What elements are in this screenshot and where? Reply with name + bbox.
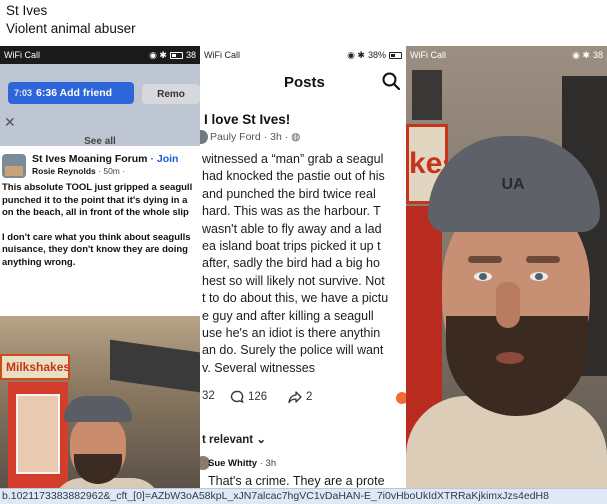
battery-label: 38 xyxy=(185,50,196,60)
status-bar: WiFi Call ◉ ✱ 38 xyxy=(406,46,607,64)
post-paragraph-2: I don't care what you think about seagul… xyxy=(2,232,200,270)
nose xyxy=(496,282,520,328)
left-eye xyxy=(474,272,492,281)
post-line: use he's an idiot is there anythin xyxy=(202,326,381,341)
comment-sort-dropdown[interactable]: t relevant ⌄ xyxy=(202,432,266,446)
post-line: hest so will likely not survive. Not xyxy=(202,273,385,288)
camera-pole xyxy=(412,70,442,120)
post-author: Pauly Ford · 3h · ◍ xyxy=(210,131,300,143)
carrier-label: WiFi Call xyxy=(204,50,240,60)
left-eyebrow xyxy=(468,256,502,263)
shares-count-label: 2 xyxy=(306,391,313,403)
left-screenshot: WiFi Call ◉ ✱ 38 7:03 6:36 Add friend Re… xyxy=(0,46,200,488)
join-link[interactable]: · Join xyxy=(150,153,178,165)
author-name[interactable]: Rosie Reynolds xyxy=(32,166,96,176)
caption: St Ives Violent animal abuser xyxy=(6,2,136,38)
group-post: St Ives Moaning Forum · Join Rosie Reyno… xyxy=(0,146,200,321)
comment-button[interactable]: 126 xyxy=(230,390,267,404)
author-name[interactable]: Pauly Ford xyxy=(210,131,261,143)
signal-icon: ◉ ✱ xyxy=(347,49,365,60)
share-icon xyxy=(288,391,302,404)
person-figure xyxy=(52,396,162,488)
post-line: wasn't able to fly away and a lad xyxy=(202,221,382,236)
post-body: witnessed a “man” grab a seagul had knoc… xyxy=(202,151,406,377)
post-author: Rosie Reynolds · 50m · xyxy=(32,166,125,176)
comment-age: · 3h xyxy=(259,458,277,469)
overlay-time: 7:03 xyxy=(14,88,33,98)
page-title: Posts xyxy=(284,74,325,91)
post-line: I don't care what you think about seagul… xyxy=(2,231,191,243)
comment-author: Sue Whitty · 3h xyxy=(208,458,276,469)
group-name-label[interactable]: St Ives Moaning Forum xyxy=(32,153,148,165)
right-eye xyxy=(530,272,548,281)
right-screenshot: WiFi Call ◉ ✱ 38 kes UA xyxy=(406,46,607,488)
cap xyxy=(64,396,132,422)
remove-button[interactable]: Remo xyxy=(142,84,200,104)
battery-icon xyxy=(389,51,402,59)
battery-label: 38% xyxy=(367,50,386,60)
mouth xyxy=(496,352,524,364)
add-friend-button[interactable]: 7:03 6:36 Add friend xyxy=(8,82,134,104)
post-line: an do. Surely the police will want xyxy=(202,343,384,358)
post-line: after, sadly the bird had a big ho xyxy=(202,256,380,271)
globe-icon: ◍ xyxy=(291,131,301,143)
battery-icon xyxy=(169,51,183,59)
post-paragraph-1: This absolute TOOL just gripped a seagul… xyxy=(2,182,200,220)
post-body: This absolute TOOL just gripped a seagul… xyxy=(2,182,200,281)
post-heading: I love St Ives! xyxy=(204,112,291,127)
reaction-icon[interactable] xyxy=(396,392,406,404)
post-line: e guy and after killing a seagull xyxy=(202,308,374,323)
group-name[interactable]: St Ives Moaning Forum · Join xyxy=(32,153,178,165)
post-line: had knocked the pastie out of his xyxy=(202,169,385,184)
post-line: t to do about this, we have a pictu xyxy=(202,291,389,306)
post-line: and punched the bird twice real xyxy=(202,186,376,201)
status-bar: WiFi Call ◉ ✱ 38% xyxy=(200,46,406,64)
reactions-count-label: 32 xyxy=(202,390,215,402)
caption-title: St Ives xyxy=(6,3,48,18)
post-line: on the beach, all in front of the whole … xyxy=(2,207,189,218)
search-icon[interactable] xyxy=(382,72,400,90)
post-photo[interactable]: Milkshakes xyxy=(0,316,200,488)
post-age: · 50m · xyxy=(98,166,126,176)
cap-logo: UA xyxy=(501,176,525,193)
signal-icon: ◉ ✱ xyxy=(572,49,590,60)
reactions-count[interactable]: 32 xyxy=(202,390,215,402)
comment-body: That's a crime. They are a prote xyxy=(208,474,385,488)
post-line: anything wrong. xyxy=(2,256,76,268)
sort-label: t relevant xyxy=(202,434,254,446)
battery-label: 38 xyxy=(592,50,603,60)
awning xyxy=(110,339,200,393)
commenter-name[interactable]: Sue Whitty xyxy=(208,458,257,469)
status-bar: WiFi Call ◉ ✱ 38 xyxy=(0,46,200,64)
post-actions: 32 126 2 xyxy=(200,390,406,408)
carrier-label: WiFi Call xyxy=(4,50,40,60)
post-line: hard. This was as the harbour. T xyxy=(202,204,381,219)
right-eyebrow xyxy=(526,256,560,263)
signal-icon: ◉ ✱ xyxy=(149,49,167,60)
caption-subtitle: Violent animal abuser xyxy=(6,21,136,36)
post-line: v. Several witnesses xyxy=(202,360,316,375)
post-line: witnessed a “man” grab a seagul xyxy=(202,152,384,166)
shop-window xyxy=(16,394,60,474)
comments-count-label: 126 xyxy=(248,391,268,403)
comment-icon xyxy=(230,390,244,404)
group-logo[interactable] xyxy=(2,154,26,178)
middle-screenshot: WiFi Call ◉ ✱ 38% Posts I love St Ives! … xyxy=(200,46,406,488)
chevron-down-icon: ⌄ xyxy=(256,434,266,446)
shop-sign: Milkshakes xyxy=(0,354,70,380)
post-line: ea island boat trips picked it up t xyxy=(202,239,381,254)
back-icon[interactable]: ✕ xyxy=(4,114,16,131)
share-button[interactable]: 2 xyxy=(288,390,312,404)
post-age: · 3h · xyxy=(263,131,289,143)
carrier-label: WiFi Call xyxy=(410,50,446,60)
avatar[interactable] xyxy=(200,130,208,144)
add-friend-label: 6:36 Add friend xyxy=(36,87,113,99)
post-line: nuisance, they don't know they are doing xyxy=(2,244,188,255)
post-line: punched it to the point that it's dying … xyxy=(2,194,188,206)
url-bar[interactable]: b.1021173383882962&_cft_[0]=AZbW3oA58kpL… xyxy=(0,488,607,504)
post-line: This absolute TOOL just gripped a seagul… xyxy=(2,182,193,193)
